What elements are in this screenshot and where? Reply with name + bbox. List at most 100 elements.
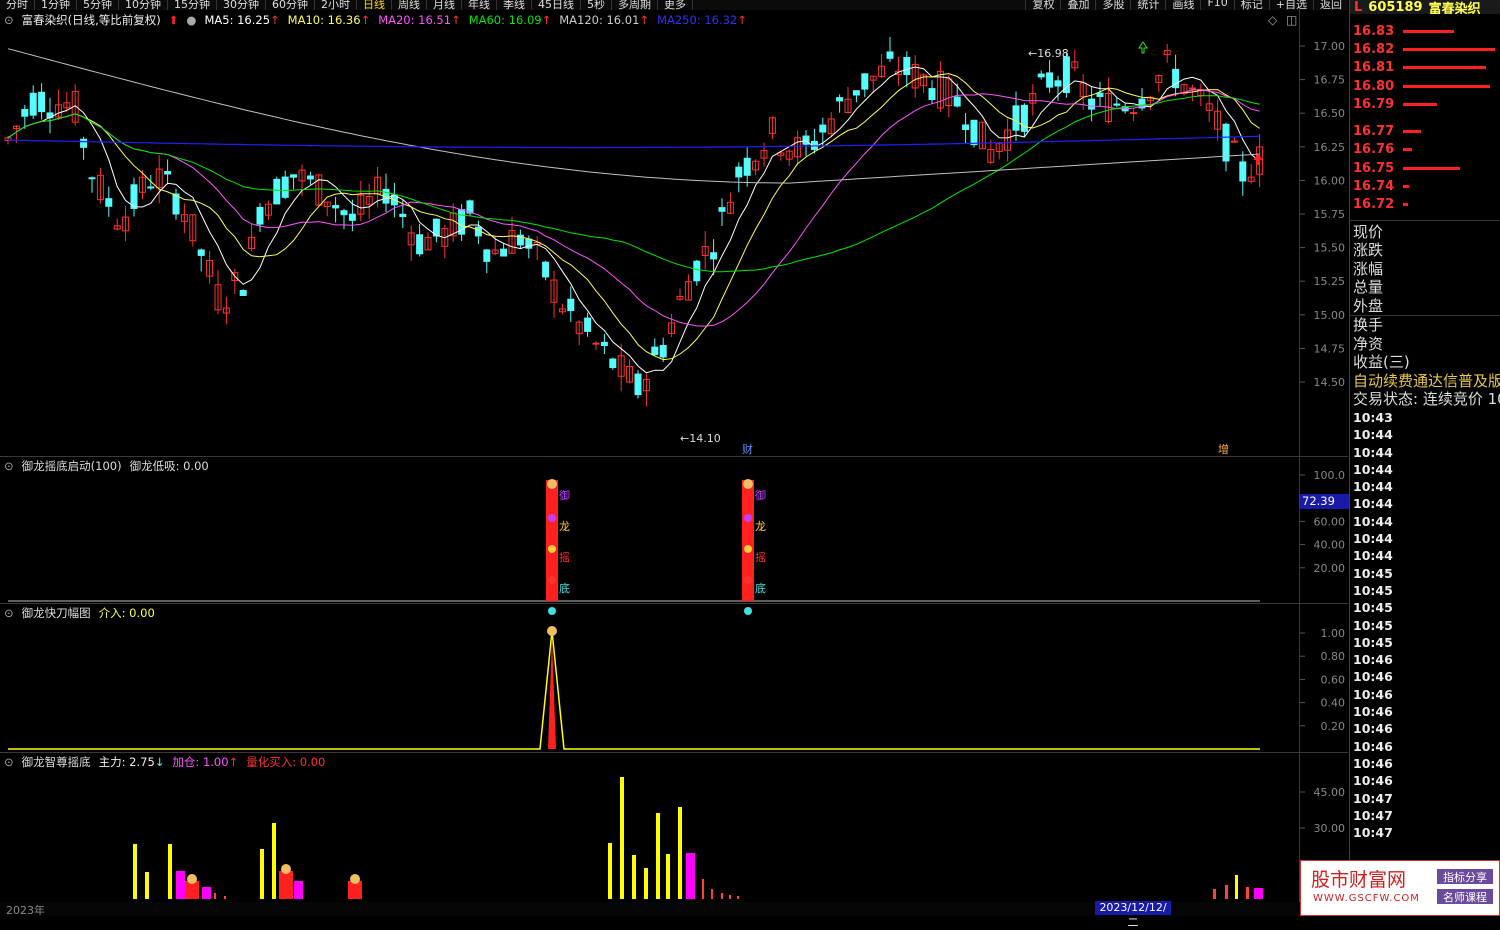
order-row: 16.81 (1350, 59, 1500, 77)
toolbar-button-8[interactable]: 返回 (1313, 0, 1348, 10)
axis-tick-label: 16.50 (1314, 107, 1346, 120)
low-price-label: ←14.10 (680, 432, 721, 445)
yellow-bar (678, 807, 682, 899)
period-tab-0[interactable]: 分时 (0, 0, 35, 10)
period-tab-4[interactable]: 15分钟 (168, 0, 217, 10)
candle-body (340, 210, 348, 216)
period-tab-6[interactable]: 60分钟 (266, 0, 315, 10)
magenta-bar (686, 853, 695, 899)
toolbar-button-6[interactable]: 标记 (1233, 0, 1269, 10)
candle-body (735, 166, 743, 178)
panel-divider (0, 752, 1348, 753)
quote-code: 605189 (1368, 0, 1423, 14)
panel2-line (8, 630, 1260, 750)
zeng-marker: 增 (1218, 442, 1229, 456)
candle-body (659, 344, 667, 358)
order-price: 16.80 (1353, 78, 1395, 94)
toolbar-button-4[interactable]: 画线 (1165, 0, 1200, 10)
period-tab-10[interactable]: 月线 (427, 0, 462, 10)
period-tab-13[interactable]: 45日线 (532, 0, 581, 10)
collapse-icon[interactable]: ⊙ (4, 606, 14, 620)
tick-times: 10:43 10:44 10:44 10:44 10:44 10:44 10:44 10:44… (1350, 409, 1500, 841)
period-tab-1[interactable]: 1分钟 (35, 0, 77, 10)
signal-icon (744, 545, 752, 553)
candle-body (743, 157, 751, 176)
tick-time: 10:43 (1353, 409, 1393, 425)
candle-body (273, 178, 281, 205)
candle-body (290, 174, 298, 178)
panel1-title: 御龙摇底启动(100) (21, 459, 122, 473)
candle-body (239, 290, 247, 296)
toolbar-button-1[interactable]: 叠加 (1060, 0, 1095, 10)
signal-icon (744, 576, 752, 584)
period-tabs: 分时 1分钟 5分钟 10分钟 15分钟 30分钟 60分钟 2小时 日线 周线 月线 年线 季线 45日… (0, 0, 693, 10)
period-tab-3[interactable]: 10分钟 (119, 0, 168, 10)
logo-url: WWW.GSCFW.COM (1313, 893, 1420, 904)
candle-body (693, 260, 701, 282)
order-bar (1403, 102, 1438, 106)
yellow-bar (644, 868, 648, 899)
quote-panel: L 605189 富春染织 16.83 16.82 16.81 16.80 16.79 1… (1349, 0, 1500, 916)
money-bag-icon (547, 479, 557, 489)
candle-body (819, 124, 827, 133)
small-bar (711, 889, 713, 899)
quote-label: 总量 (1353, 278, 1384, 297)
logo-name: 股市财富网 (1311, 869, 1407, 891)
toolbar-button-3[interactable]: 统计 (1130, 0, 1165, 10)
signal-char: 龙 (755, 520, 766, 533)
red-bar (279, 871, 293, 899)
order-book: 16.83 16.82 16.81 16.80 16.79 16.77 16.76 16.75… (1350, 22, 1500, 214)
order-row: 16.79 (1350, 95, 1500, 113)
candle-body (852, 90, 860, 96)
candle-body (903, 56, 911, 76)
period-tab-2[interactable]: 5分钟 (77, 0, 119, 10)
period-tab-7[interactable]: 2小时 (315, 0, 357, 10)
quote-label: 收益(三) (1353, 353, 1410, 372)
axis-tick-label: 45.00 (1314, 786, 1346, 799)
candle-body (1130, 112, 1138, 115)
quote-label: 涨跌 (1353, 241, 1384, 260)
tick-time: 10:46 (1353, 704, 1393, 720)
order-bar (1403, 185, 1409, 189)
period-tab-14[interactable]: 5秒 (581, 0, 612, 10)
tick-time: 10:45 (1353, 600, 1393, 616)
candle-body (164, 171, 172, 175)
candle-body (609, 358, 617, 369)
renew-notice[interactable]: 自动续费通达信普及版 (1350, 372, 1500, 391)
axis-tick-label: 20.00 (1314, 562, 1346, 575)
collapse-icon[interactable]: ⊙ (4, 755, 14, 769)
period-tab-5[interactable]: 30分钟 (217, 0, 266, 10)
candle-body (399, 213, 407, 217)
period-tab-8[interactable]: 日线 (357, 0, 392, 10)
tick-time: 10:46 (1353, 669, 1393, 685)
toolbar-button-5[interactable]: F10 (1200, 0, 1233, 10)
toolbar-button-0[interactable]: 复权 (1025, 0, 1060, 10)
toolbar-button-2[interactable]: 多股 (1095, 0, 1130, 10)
candle-body (710, 252, 718, 260)
period-tab-9[interactable]: 周线 (392, 0, 427, 10)
panel3-info: ⊙ 御龙智尊摇底 主力: 2.75↓ 加仓: 1.00↑ 量化买入: 0.00 (4, 754, 325, 770)
money-bag-icon (547, 626, 557, 636)
quote-labels: 现价 涨跌 涨幅 总量 外盘 换手 净资 收益(三) (1350, 221, 1500, 372)
axis-tick-label: 14.50 (1314, 376, 1346, 389)
axis-tick-label: 0.60 (1321, 673, 1346, 686)
candle-body (306, 175, 314, 180)
axis-tick-label: 16.00 (1314, 174, 1346, 187)
period-tab-11[interactable]: 年线 (462, 0, 497, 10)
period-tab-15[interactable]: 多周期 (612, 0, 658, 10)
magenta-bar (202, 887, 211, 899)
panel1-current-value: 72.39 (1300, 494, 1350, 509)
panel3-title: 御龙智尊摇底 (21, 755, 91, 769)
toolbar-button-7[interactable]: +自选 (1268, 0, 1313, 10)
axis-tick-label: 0.80 (1321, 650, 1346, 663)
money-bag-icon (743, 479, 753, 489)
panel3-add-label: 加仓: 1.00↑ (172, 755, 239, 769)
tick-time: 10:46 (1353, 721, 1393, 737)
candle-body (584, 317, 592, 332)
collapse-icon[interactable]: ⊙ (4, 459, 14, 473)
small-bar (702, 879, 704, 899)
period-tab-12[interactable]: 季线 (497, 0, 532, 10)
order-price: 16.81 (1353, 60, 1395, 76)
candle-body (600, 341, 608, 347)
period-tab-16[interactable]: 更多 (658, 0, 693, 10)
